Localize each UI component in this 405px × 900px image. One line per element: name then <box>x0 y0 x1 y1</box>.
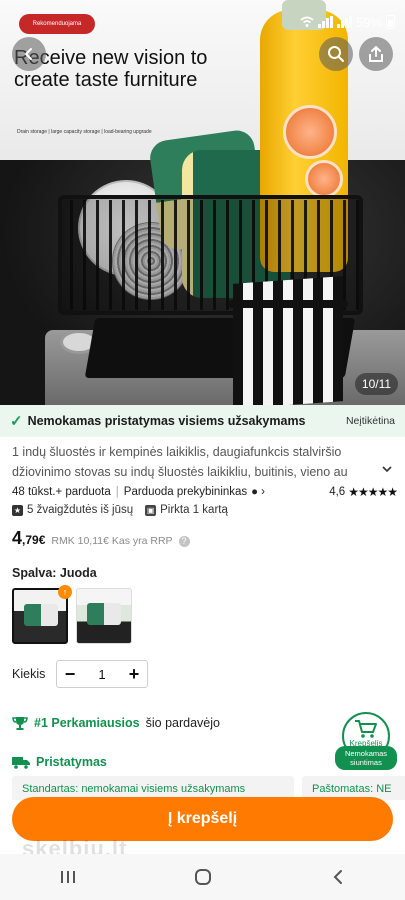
home-icon <box>194 869 211 885</box>
share-icon <box>369 45 383 62</box>
increase-button[interactable]: + <box>121 661 147 687</box>
review-text: 5 žvaigždutės iš jūsų <box>27 504 134 516</box>
chevron-down-icon[interactable] <box>380 462 394 476</box>
chevron-left-icon <box>24 48 32 60</box>
product-meta: 48 tūkst.+ parduota | Parduoda prekybini… <box>12 484 398 500</box>
quantity-label: Kiekis <box>12 667 46 681</box>
product-title-line: džiovinimo stovas su indų šluostės laiki… <box>12 465 348 479</box>
back-button[interactable] <box>12 37 46 71</box>
price-row: 4,79€ RMK 10,11€ Kas yra RRP ? <box>12 528 190 550</box>
hero-orange-slice <box>305 160 343 198</box>
battery-icon <box>386 15 395 29</box>
free-shipping-banner[interactable]: ✓ Nemokamas pristatymas visiems užsakyma… <box>0 405 405 437</box>
trophy-icon <box>12 717 28 730</box>
swatch-thumbnail <box>87 603 121 625</box>
recent-apps-icon <box>60 871 75 883</box>
quantity-value[interactable]: 1 <box>83 667 121 682</box>
status-bar: 59% <box>300 14 395 30</box>
quantity-stepper: − 1 + <box>56 660 148 688</box>
product-image-carousel[interactable]: Rekomenduojama Receive new vision to cre… <box>0 0 405 405</box>
bag-icon: ▣ <box>145 504 157 516</box>
recent-apps-button[interactable] <box>48 862 88 892</box>
rating[interactable]: 4,6 ★★★★★ <box>329 485 398 499</box>
home-button[interactable] <box>183 862 223 892</box>
sold-count: 48 tūkst.+ parduota <box>12 486 111 498</box>
image-counter: 10/11 <box>355 373 398 395</box>
system-nav-bar <box>0 854 405 900</box>
truck-icon <box>12 756 30 769</box>
rating-value: 4,6 <box>329 486 346 498</box>
cart-free-shipping-pill: Nemokamas siuntimas <box>335 746 397 770</box>
search-icon <box>328 46 344 62</box>
hero-title: Receive new vision to create taste furni… <box>14 47 208 91</box>
hero-orange-slice <box>283 105 337 159</box>
social-proof: ★ 5 žvaigždutės iš jūsų ▣ Pirkta 1 kartą <box>12 502 228 518</box>
back-arrow-icon <box>333 870 342 884</box>
product-title-line: 1 indų šluostės ir kempinės laikiklis, d… <box>12 445 342 459</box>
cart-icon <box>355 720 377 738</box>
swatch-thumbnail <box>24 604 58 626</box>
star-rating-icon: ★★★★★ <box>348 485 398 499</box>
share-button[interactable] <box>359 37 393 71</box>
old-price: RMK 10,11€ Kas yra RRP <box>51 535 173 547</box>
floating-cart-button[interactable]: Krepšelis Nemokamas siuntimas <box>335 712 397 770</box>
bought-text: Pirkta 1 kartą <box>160 504 228 516</box>
review-icon: ★ <box>12 504 23 516</box>
price-main: 4 <box>12 528 23 548</box>
wifi-icon <box>300 16 314 27</box>
bestseller-source: šio pardavėjo <box>145 716 220 730</box>
back-nav-button[interactable] <box>318 862 358 892</box>
color-label: Spalva: Juoda <box>12 566 97 580</box>
price-cents: ,79€ <box>22 533 46 547</box>
check-icon: ✓ <box>10 413 23 430</box>
seller-link[interactable]: Parduoda prekybininkas <box>124 486 247 498</box>
hero-towel-rail <box>228 300 348 308</box>
price: 4,79€ <box>12 528 45 549</box>
chevron-right-icon[interactable]: › <box>261 486 265 498</box>
decrease-button[interactable]: − <box>57 661 83 687</box>
delivery-header: Pristatymas <box>12 754 107 770</box>
delivery-title: Pristatymas <box>36 755 107 769</box>
hero-subtitle: Drain storage | large capacity storage |… <box>17 129 152 135</box>
battery-percent: 59% <box>355 14 382 30</box>
signal-icon-2 <box>336 16 352 28</box>
hot-badge-icon: ↑ <box>58 585 72 599</box>
seller-avatar-icon: ● <box>251 486 259 498</box>
divider: | <box>115 486 119 498</box>
bestseller-row[interactable]: #1 Perkamiausios šio pardavėjo <box>12 714 220 732</box>
hero-towel <box>233 276 343 405</box>
info-icon[interactable]: ? <box>178 536 190 547</box>
product-title[interactable]: 1 indų šluostės ir kempinės laikiklis, d… <box>12 442 392 482</box>
search-button[interactable] <box>319 37 353 71</box>
free-shipping-badge: Neįtikėtina <box>345 415 395 427</box>
add-to-cart-button[interactable]: Į krepšelį <box>12 797 393 841</box>
bestseller-rank: #1 Perkamiausios <box>34 716 140 730</box>
free-shipping-text: Nemokamas pristatymas visiems užsakymams <box>27 414 306 428</box>
signal-icon <box>317 16 333 28</box>
promo-tag: Rekomenduojama <box>19 14 95 34</box>
color-swatch-alt[interactable] <box>76 588 132 644</box>
